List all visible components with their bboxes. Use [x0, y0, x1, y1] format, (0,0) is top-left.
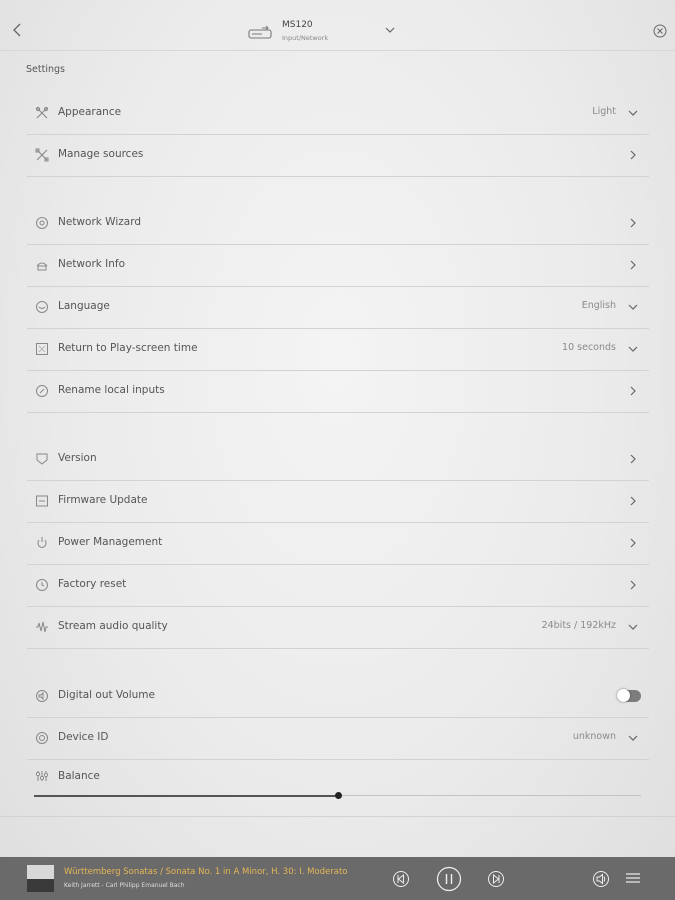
tools-icon: [35, 106, 49, 119]
chevron-right-icon: [630, 386, 636, 396]
queue-icon[interactable]: [625, 872, 641, 886]
settings-row-stream-audio-quality[interactable]: Stream audio quality 24bits / 192kHz: [27, 607, 649, 649]
chevron-down-icon: [628, 110, 638, 116]
language-icon: [36, 301, 48, 313]
settings-row-device-id[interactable]: Device ID unknown: [27, 718, 649, 760]
track-title: Württemberg Sonatas / Sonata No. 1 in A …: [64, 867, 348, 877]
now-playing-bar[interactable]: Württemberg Sonatas / Sonata No. 1 in A …: [0, 857, 675, 900]
chevron-down-icon: [628, 304, 638, 310]
row-label: Version: [58, 452, 97, 464]
row-label: Device ID: [58, 731, 109, 743]
firmware-icon: [36, 495, 48, 507]
row-label: Digital out Volume: [58, 689, 155, 701]
row-label: Stream audio quality: [58, 620, 168, 632]
previous-icon[interactable]: [392, 870, 410, 888]
row-label: Language: [58, 300, 110, 312]
reset-icon: [36, 579, 48, 591]
toggle-knob: [617, 689, 630, 702]
settings-row-appearance[interactable]: Appearance Light: [27, 93, 649, 135]
row-label: Return to Play-screen time: [58, 342, 198, 354]
chevron-right-icon: [630, 150, 636, 160]
chevron-down-icon: [628, 346, 638, 352]
slider-thumb[interactable]: [334, 792, 342, 799]
chevron-down-icon: [628, 735, 638, 741]
chevron-down-icon: [385, 27, 395, 33]
settings-row-digital-out-volume[interactable]: Digital out Volume: [27, 676, 649, 718]
chevron-right-icon: [630, 260, 636, 270]
row-label: Factory reset: [58, 578, 127, 590]
slider-fill: [34, 795, 338, 797]
row-label: Network Wizard: [58, 216, 141, 228]
device-icon: [248, 25, 272, 39]
settings-row-language[interactable]: Language English: [27, 287, 649, 329]
settings-row-rename-local-inputs[interactable]: Rename local inputs: [27, 371, 649, 413]
audio-quality-icon: [36, 621, 48, 633]
volume-icon: [36, 690, 48, 702]
settings-row-firmware-update[interactable]: Firmware Update: [27, 481, 649, 523]
row-value: English: [581, 300, 616, 311]
chevron-right-icon: [630, 538, 636, 548]
settings-row-factory-reset[interactable]: Factory reset: [27, 565, 649, 607]
row-value: 24bits / 192kHz: [541, 620, 616, 631]
top-bar: MS120 Input/Network: [0, 0, 675, 51]
row-value: 10 seconds: [562, 342, 616, 353]
settings-row-network-info[interactable]: Network Info: [27, 245, 649, 287]
row-label: Manage sources: [58, 148, 144, 160]
chevron-left-icon: [13, 23, 21, 37]
divider: [0, 816, 675, 817]
settings-row-manage-sources[interactable]: Manage sources: [27, 135, 649, 177]
balance-row: Balance: [27, 762, 649, 792]
device-subtitle: Input/Network: [282, 34, 329, 42]
chevron-right-icon: [630, 496, 636, 506]
power-icon: [37, 537, 47, 548]
chevron-right-icon: [630, 454, 636, 464]
balance-icon: [35, 771, 49, 781]
row-value: unknown: [572, 731, 616, 742]
device-id-icon: [36, 732, 48, 744]
row-label: Appearance: [58, 106, 122, 118]
network-info-icon: [36, 262, 48, 271]
balance-slider[interactable]: [34, 792, 641, 799]
timer-icon: [36, 343, 48, 355]
row-label: Power Management: [58, 536, 163, 548]
chevron-right-icon: [630, 580, 636, 590]
back-button[interactable]: [10, 22, 28, 40]
settings-row-return-to-play-screen-time[interactable]: Return to Play-screen time 10 seconds: [27, 329, 649, 371]
settings-row-version[interactable]: Version: [27, 439, 649, 481]
close-circle-icon[interactable]: [653, 24, 667, 38]
toggle-switch[interactable]: [617, 689, 641, 702]
row-value: Light: [592, 106, 616, 117]
sources-icon: [35, 148, 49, 162]
row-label: Rename local inputs: [58, 384, 165, 396]
row-label: Firmware Update: [58, 494, 148, 506]
pause-icon[interactable]: [436, 866, 462, 892]
track-artist: Keith Jarrett - Carl Philipp Emanuel Bac…: [64, 882, 185, 889]
settings-row-power-management[interactable]: Power Management: [27, 523, 649, 565]
album-art[interactable]: [27, 865, 54, 892]
speaker-icon[interactable]: [592, 870, 610, 888]
rename-icon: [36, 385, 48, 397]
network-wizard-icon: [36, 217, 48, 229]
settings-row-network-wizard[interactable]: Network Wizard: [27, 203, 649, 245]
version-icon: [36, 453, 48, 465]
balance-label: Balance: [58, 770, 100, 782]
chevron-down-icon: [628, 624, 638, 630]
device-name: MS120: [282, 20, 313, 30]
chevron-right-icon: [630, 218, 636, 228]
next-icon[interactable]: [487, 870, 505, 888]
row-label: Network Info: [58, 258, 126, 270]
settings-title: Settings: [26, 64, 65, 75]
